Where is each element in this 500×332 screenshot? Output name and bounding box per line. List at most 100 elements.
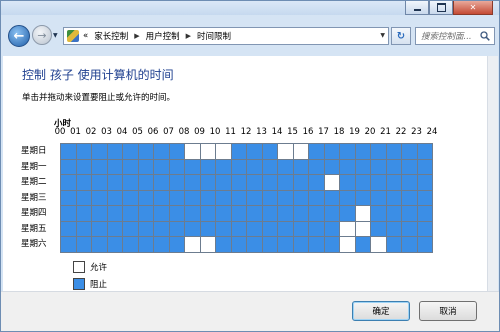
forward-arrow-icon[interactable]: → (32, 25, 52, 45)
time-slot-cell[interactable] (200, 159, 216, 175)
time-slot-cell[interactable] (61, 206, 77, 222)
time-slot-cell[interactable] (402, 159, 418, 175)
time-slot-cell[interactable] (247, 221, 263, 237)
time-slot-cell[interactable] (216, 237, 232, 253)
time-slot-cell[interactable] (340, 144, 356, 160)
time-slot-cell[interactable] (324, 175, 340, 191)
time-slot-cell[interactable] (340, 190, 356, 206)
time-slot-cell[interactable] (138, 206, 154, 222)
time-slot-cell[interactable] (324, 237, 340, 253)
time-slot-cell[interactable] (107, 159, 123, 175)
time-slot-cell[interactable] (231, 159, 247, 175)
time-slot-cell[interactable] (386, 159, 402, 175)
time-slot-cell[interactable] (355, 175, 371, 191)
time-slot-cell[interactable] (138, 221, 154, 237)
vertical-scrollbar[interactable] (487, 56, 498, 291)
time-slot-cell[interactable] (154, 221, 170, 237)
back-arrow-icon[interactable]: ← (8, 25, 30, 47)
time-slot-cell[interactable] (92, 190, 108, 206)
time-slot-cell[interactable] (371, 175, 387, 191)
time-slot-cell[interactable] (324, 159, 340, 175)
time-slot-cell[interactable] (107, 175, 123, 191)
time-slot-cell[interactable] (278, 159, 294, 175)
time-slot-cell[interactable] (185, 144, 201, 160)
time-slot-cell[interactable] (402, 175, 418, 191)
time-slot-cell[interactable] (154, 159, 170, 175)
time-slot-cell[interactable] (293, 159, 309, 175)
time-slot-cell[interactable] (402, 221, 418, 237)
maximize-button[interactable] (429, 1, 453, 15)
time-slot-cell[interactable] (92, 237, 108, 253)
time-slot-cell[interactable] (92, 175, 108, 191)
time-slot-cell[interactable] (169, 221, 185, 237)
time-slot-cell[interactable] (231, 190, 247, 206)
time-slot-cell[interactable] (340, 237, 356, 253)
time-slot-cell[interactable] (278, 175, 294, 191)
time-slot-cell[interactable] (76, 221, 92, 237)
time-slot-cell[interactable] (386, 175, 402, 191)
time-slot-cell[interactable] (92, 159, 108, 175)
time-slot-cell[interactable] (138, 159, 154, 175)
time-slot-cell[interactable] (417, 190, 433, 206)
time-slot-cell[interactable] (61, 144, 77, 160)
time-slot-cell[interactable] (402, 190, 418, 206)
time-slot-cell[interactable] (216, 159, 232, 175)
breadcrumb-item-time-limits[interactable]: 时间限制 (197, 30, 231, 42)
address-dropdown-icon[interactable]: ▼ (380, 32, 385, 39)
time-slot-cell[interactable] (371, 221, 387, 237)
time-slot-cell[interactable] (340, 206, 356, 222)
time-slot-cell[interactable] (185, 175, 201, 191)
time-slot-cell[interactable] (262, 159, 278, 175)
time-slot-cell[interactable] (309, 221, 325, 237)
time-slot-cell[interactable] (76, 237, 92, 253)
time-slot-cell[interactable] (200, 221, 216, 237)
time-slot-cell[interactable] (309, 144, 325, 160)
time-slot-cell[interactable] (386, 221, 402, 237)
time-slot-cell[interactable] (231, 175, 247, 191)
time-slot-cell[interactable] (138, 237, 154, 253)
time-slot-cell[interactable] (185, 221, 201, 237)
time-slot-cell[interactable] (107, 190, 123, 206)
time-slot-cell[interactable] (417, 175, 433, 191)
time-slot-cell[interactable] (293, 144, 309, 160)
time-slot-cell[interactable] (61, 221, 77, 237)
time-slot-cell[interactable] (355, 144, 371, 160)
time-slot-cell[interactable] (76, 175, 92, 191)
time-slot-cell[interactable] (293, 190, 309, 206)
breadcrumb-prefix[interactable]: « (83, 31, 88, 41)
time-slot-cell[interactable] (123, 175, 139, 191)
time-slot-cell[interactable] (107, 237, 123, 253)
time-slot-cell[interactable] (247, 144, 263, 160)
time-slot-cell[interactable] (293, 221, 309, 237)
breadcrumb-item-parental-controls[interactable]: 家长控制 (94, 30, 128, 42)
time-slot-cell[interactable] (92, 144, 108, 160)
time-slot-cell[interactable] (61, 237, 77, 253)
time-slot-cell[interactable] (262, 144, 278, 160)
time-slot-cell[interactable] (371, 190, 387, 206)
time-slot-cell[interactable] (76, 206, 92, 222)
time-slot-cell[interactable] (169, 159, 185, 175)
time-slot-cell[interactable] (200, 190, 216, 206)
time-slot-cell[interactable] (262, 206, 278, 222)
time-slot-cell[interactable] (247, 237, 263, 253)
time-slot-cell[interactable] (169, 237, 185, 253)
time-slot-cell[interactable] (123, 206, 139, 222)
breadcrumb-separator-icon[interactable]: ▶ (186, 32, 191, 40)
time-slot-cell[interactable] (402, 144, 418, 160)
time-slot-cell[interactable] (355, 221, 371, 237)
time-slot-cell[interactable] (262, 237, 278, 253)
time-slot-cell[interactable] (324, 190, 340, 206)
time-slot-cell[interactable] (278, 237, 294, 253)
time-slot-cell[interactable] (138, 144, 154, 160)
time-slot-cell[interactable] (262, 221, 278, 237)
time-slot-cell[interactable] (402, 206, 418, 222)
time-slot-cell[interactable] (216, 221, 232, 237)
time-slot-cell[interactable] (417, 144, 433, 160)
time-slot-cell[interactable] (340, 175, 356, 191)
time-slot-cell[interactable] (169, 190, 185, 206)
time-slot-cell[interactable] (309, 190, 325, 206)
time-slot-cell[interactable] (138, 175, 154, 191)
time-slot-cell[interactable] (417, 206, 433, 222)
time-slot-cell[interactable] (154, 144, 170, 160)
time-slot-cell[interactable] (417, 237, 433, 253)
